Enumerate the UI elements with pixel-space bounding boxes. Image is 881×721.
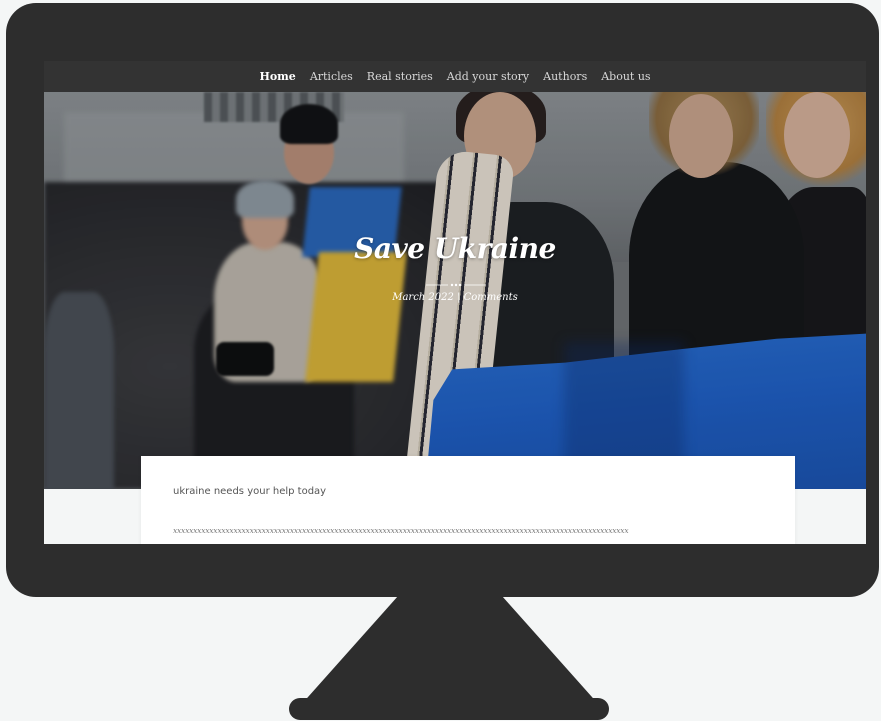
nav-real-stories[interactable]: Real stories (367, 70, 433, 83)
title-divider (426, 283, 486, 287)
post-meta: March 2022 | Comments (44, 292, 866, 303)
nav-about-us[interactable]: About us (601, 70, 650, 83)
post-lead-text: ukraine needs your help today (173, 486, 327, 497)
post-date-link[interactable]: March 2022 (392, 292, 454, 303)
nav-add-your-story[interactable]: Add your story (447, 70, 529, 83)
monitor-base (289, 698, 609, 720)
post-title: Save Ukraine (354, 232, 556, 265)
browser-screen: Home Articles Real stories Add your stor… (44, 61, 866, 544)
hero-banner: Save Ukraine March 2022 | Comments (44, 92, 866, 489)
monitor-stand (300, 596, 600, 706)
comments-link[interactable]: Comments (464, 292, 518, 303)
nav-home[interactable]: Home (259, 70, 295, 83)
post-body-text: xxxxxxxxxxxxxxxxxxxxxxxxxxxxxxxxxxxxxxxx… (173, 526, 629, 535)
monitor-frame: Home Articles Real stories Add your stor… (6, 3, 879, 597)
post-content-card: ukraine needs your help today xxxxxxxxxx… (141, 456, 795, 544)
nav-authors[interactable]: Authors (543, 70, 587, 83)
nav-articles[interactable]: Articles (310, 70, 353, 83)
meta-separator: | (457, 292, 461, 303)
main-nav: Home Articles Real stories Add your stor… (44, 61, 866, 92)
